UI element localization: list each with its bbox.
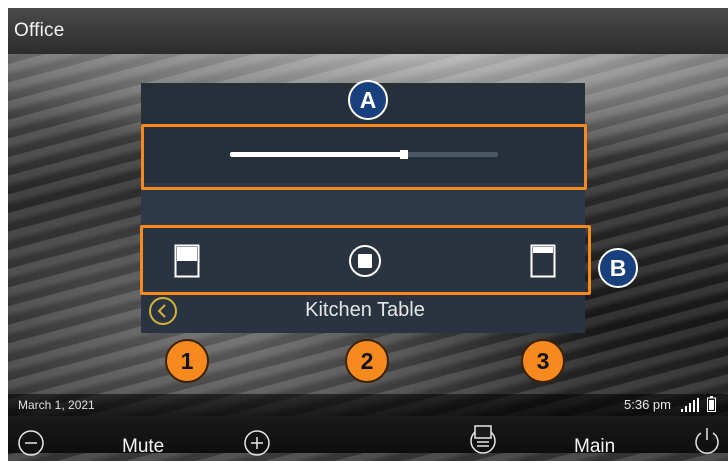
status-date: March 1, 2021 xyxy=(18,398,95,412)
signal-icon xyxy=(681,398,699,412)
shade-close-icon xyxy=(530,244,556,278)
bottom-control-bar xyxy=(8,416,728,453)
annotation-badge-3: 3 xyxy=(521,339,565,383)
power-icon xyxy=(695,428,719,454)
room-title: Office xyxy=(14,20,65,41)
minus-circle-icon xyxy=(18,430,44,456)
title-bar: Office xyxy=(8,8,728,54)
volume-up-button[interactable] xyxy=(242,428,272,458)
stop-icon xyxy=(349,245,381,277)
main-button[interactable]: Main xyxy=(574,436,615,458)
shade-close-button[interactable] xyxy=(530,244,556,278)
back-icon xyxy=(149,297,177,325)
source-icon xyxy=(470,425,496,454)
annotation-badge-1: 1 xyxy=(165,339,209,383)
zone-name: Kitchen Table xyxy=(305,299,425,321)
battery-icon xyxy=(707,396,716,412)
status-bar: March 1, 2021 5:36 pm xyxy=(8,394,728,416)
stop-button[interactable] xyxy=(348,244,382,278)
plus-circle-icon xyxy=(244,430,270,456)
power-button[interactable] xyxy=(691,425,721,455)
back-button[interactable] xyxy=(148,296,178,326)
source-button[interactable] xyxy=(468,424,498,454)
highlight-slider-area xyxy=(141,124,587,190)
annotation-badge-b: B xyxy=(598,248,638,288)
annotation-badge-2: 2 xyxy=(345,339,389,383)
volume-down-button[interactable] xyxy=(16,428,46,458)
shade-open-button[interactable] xyxy=(174,244,200,278)
shade-control-panel xyxy=(141,83,585,333)
mute-button[interactable]: Mute xyxy=(122,436,164,458)
shade-open-icon xyxy=(174,244,200,278)
annotation-badge-a: A xyxy=(348,80,388,120)
status-time: 5:36 pm xyxy=(624,397,671,412)
